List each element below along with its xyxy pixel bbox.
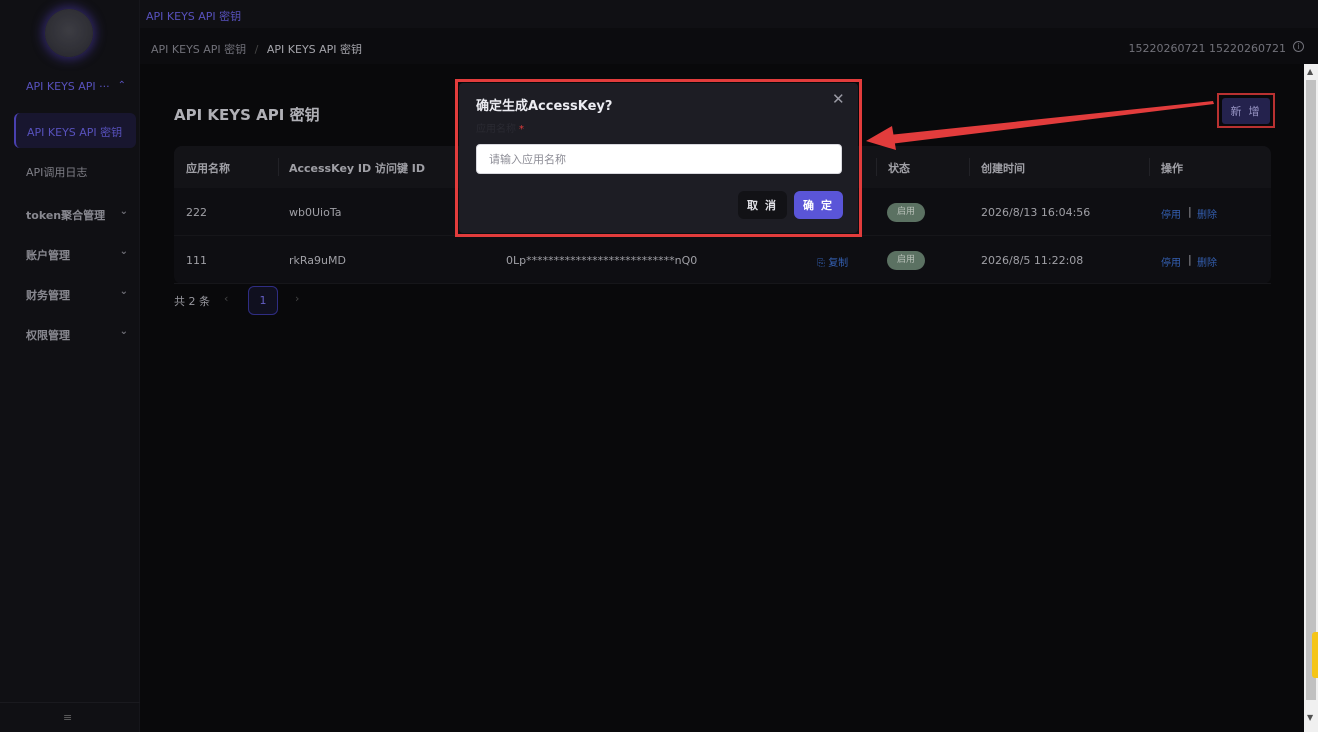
cell-created-at: 2026/8/13 16:04:56 [981,206,1091,219]
cancel-button[interactable]: 取 消 [738,191,787,219]
breadcrumb-current: API KEYS API 密钥 [266,43,363,56]
cell-access-key-id: wb0UioTa [289,206,342,219]
app-window: API KEYS API ··· ⌃ API KEYS API 密钥 API调用… [0,0,1318,732]
column-header-created-at: 创建时间 [981,162,1025,175]
sidebar-item-label: 财务管理 [26,289,70,302]
app-name-input[interactable] [476,144,842,174]
column-divider [1149,158,1150,176]
chevron-left-icon[interactable]: ‹ [224,292,228,305]
avatar[interactable] [45,9,93,57]
scroll-up-icon[interactable]: ▲ [1307,67,1313,76]
scroll-down-icon[interactable]: ▼ [1307,713,1313,722]
copy-icon: ⎘ [817,258,829,269]
cell-access-key-id: rkRa9uMD [289,254,346,267]
add-button[interactable]: 新 增 [1222,98,1270,124]
sidebar-group-label: API KEYS API ··· [26,80,110,93]
column-divider [969,158,970,176]
sidebar-item-label: API调用日志 [26,166,88,179]
column-header-app-name: 应用名称 [186,162,230,175]
dialog-title: 确定生成AccessKey? [476,99,613,114]
status-badge: 启用 [887,251,925,270]
sidebar-item-permission[interactable]: 权限管理 ⌄ [26,326,128,343]
chevron-down-icon: ⌄ [119,246,128,257]
action-separator: | [1188,253,1192,266]
cell-created-at: 2026/8/5 11:22:08 [981,254,1084,267]
column-header-actions: 操作 [1161,162,1183,175]
create-accesskey-dialog: 确定生成AccessKey? ✕ 应用名称* 取 消 确 定 [459,83,858,233]
info-icon[interactable]: i [1293,41,1304,52]
action-separator: | [1188,205,1192,218]
sidebar-footer: ≡ [0,702,140,732]
copy-button[interactable]: ⎘ 复制 [817,254,848,269]
chevron-up-icon: ⌃ [117,80,126,91]
sidebar-group-api-keys[interactable]: API KEYS API ··· ⌃ [26,80,126,96]
breadcrumb-parent[interactable]: API KEYS API 密钥 [151,43,246,56]
chevron-right-icon[interactable]: › [295,292,299,305]
confirm-button[interactable]: 确 定 [794,191,843,219]
cell-secret-key: 0Lp***************************nQ0 [506,254,698,267]
cell-app-name: 111 [186,254,207,267]
page-title: API KEYS API 密钥 [174,106,320,124]
scrollbar-accent [1312,632,1318,678]
sidebar-item-api-log[interactable]: API调用日志 [26,164,87,180]
sidebar-item-label: 权限管理 [26,329,70,342]
page-number-current[interactable]: 1 [248,286,278,315]
user-account[interactable]: 15220260721 15220260721 [1129,42,1286,55]
sidebar-item-label: token聚合管理 [26,209,106,222]
close-icon[interactable]: ✕ [832,90,845,108]
sidebar-item-label: API KEYS API 密钥 [27,126,123,139]
table-row: 111 rkRa9uMD 0Lp************************… [174,236,1271,284]
cell-app-name: 222 [186,206,207,219]
copy-label: 复制 [828,258,849,269]
required-mark: * [519,124,524,135]
column-header-access-key-id: AccessKey ID 访问键 ID [289,162,426,175]
sidebar: API KEYS API ··· ⌃ API KEYS API 密钥 API调用… [0,0,140,732]
chevron-down-icon: ⌄ [119,286,128,297]
sidebar-item-token[interactable]: token聚合管理 ⌄ [26,206,128,223]
pagination-total: 共 2 条 [174,295,210,308]
field-label-text: 应用名称 [476,124,516,135]
chevron-down-icon: ⌄ [119,326,128,337]
status-badge: 启用 [887,203,925,222]
column-divider [278,158,279,176]
delete-link[interactable]: 删除 [1197,206,1217,221]
sidebar-item-api-keys[interactable]: API KEYS API 密钥 [14,113,136,148]
delete-link[interactable]: 删除 [1197,254,1217,269]
disable-link[interactable]: 停用 [1161,206,1181,221]
sidebar-item-account[interactable]: 账户管理 ⌄ [26,246,128,263]
column-divider [876,158,877,176]
tab-api-keys[interactable]: API KEYS API 密钥 [141,0,246,28]
sidebar-item-finance[interactable]: 财务管理 ⌄ [26,286,128,303]
chevron-down-icon: ⌄ [119,206,128,217]
menu-collapse-icon[interactable]: ≡ [63,711,72,724]
scrollbar-thumb[interactable] [1306,80,1316,700]
column-header-status: 状态 [888,162,910,175]
disable-link[interactable]: 停用 [1161,254,1181,269]
field-label: 应用名称 * [476,120,524,135]
breadcrumb-separator: / [254,43,259,56]
breadcrumb: API KEYS API 密钥 / API KEYS API 密钥 [151,41,362,57]
tab-bar [140,0,1318,28]
sidebar-item-label: 账户管理 [26,249,70,262]
